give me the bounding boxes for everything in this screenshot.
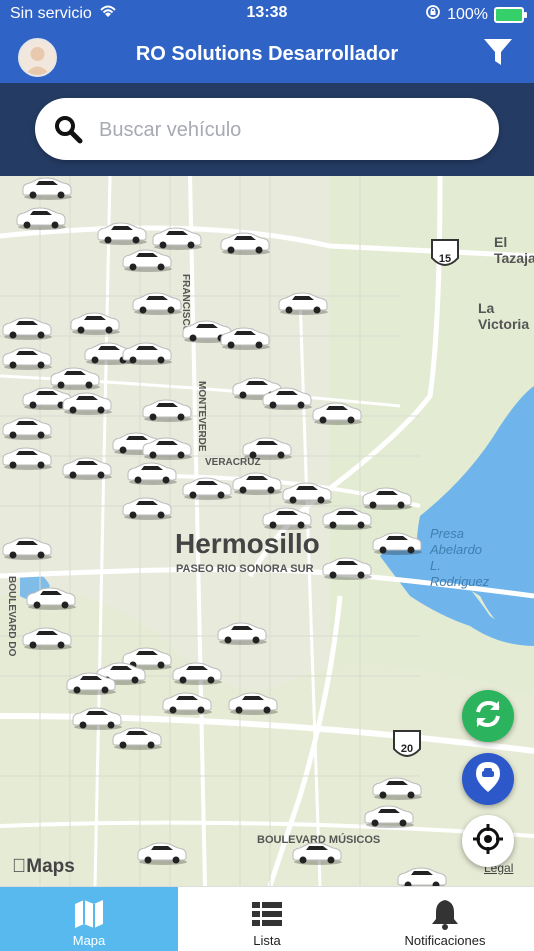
tab-mapa-label: Mapa — [72, 933, 106, 948]
highway-shield-20: 20 — [393, 730, 421, 757]
refresh-icon — [471, 697, 505, 736]
vehicle-marker[interactable] — [0, 416, 54, 440]
search-zone — [0, 83, 534, 176]
my-location-button[interactable] — [462, 815, 514, 867]
page-title: RO Solutions Desarrollador — [135, 43, 399, 65]
vehicle-marker[interactable] — [125, 461, 179, 485]
vehicle-marker[interactable] — [230, 471, 284, 495]
city-label: Hermosillo — [175, 528, 320, 559]
vehicle-marker[interactable] — [0, 446, 54, 470]
battery-icon — [494, 6, 527, 23]
vehicle-marker[interactable] — [370, 776, 424, 800]
svg-text:15: 15 — [439, 253, 451, 265]
vehicle-marker[interactable] — [215, 621, 269, 645]
maps-brand: Maps — [12, 856, 75, 878]
tab-bar: Mapa Lista Notificaciones — [0, 886, 534, 951]
filter-button[interactable] — [480, 36, 516, 72]
vehicle-marker[interactable] — [218, 326, 272, 350]
crosshair-icon — [471, 822, 505, 861]
orientation-lock-icon — [425, 4, 441, 25]
tab-lista-label: Lista — [253, 933, 281, 948]
vehicle-marker[interactable] — [360, 486, 414, 510]
app-header: RO Solutions Desarrollador — [0, 28, 534, 83]
vehicle-marker[interactable] — [180, 476, 234, 500]
vehicle-marker[interactable] — [95, 221, 149, 245]
vehicle-marker[interactable] — [320, 556, 374, 580]
vehicle-marker[interactable] — [226, 691, 280, 715]
maps-brand-text: Maps — [12, 856, 75, 877]
map-icon — [72, 897, 106, 931]
vehicle-marker[interactable] — [0, 316, 54, 340]
vehicle-marker[interactable] — [120, 341, 174, 365]
vehicle-marker[interactable] — [140, 398, 194, 422]
battery-group: 100% — [425, 4, 527, 25]
apple-icon:  — [12, 856, 26, 877]
vehicle-marker[interactable] — [362, 804, 416, 828]
tab-notificaciones-label: Notificaciones — [404, 933, 486, 948]
vehicle-marker[interactable] — [60, 391, 114, 415]
battery-percent: 100% — [447, 5, 488, 23]
street-paseo-rio-sonora: PASEO RIO SONORA SUR — [176, 563, 314, 575]
status-bar: Sin servicio 13:38 100% — [0, 0, 534, 28]
vehicle-marker[interactable] — [20, 176, 74, 200]
vehicle-marker[interactable] — [260, 506, 314, 530]
tab-mapa[interactable]: Mapa — [0, 887, 178, 951]
filter-icon — [482, 36, 514, 73]
vehicle-marker[interactable] — [120, 496, 174, 520]
vehicle-location-button[interactable] — [462, 753, 514, 805]
vehicle-marker[interactable] — [120, 248, 174, 272]
vehicle-marker[interactable] — [218, 231, 272, 255]
street-boulevard-do: BOULEVARD DO — [6, 576, 17, 657]
search-input[interactable] — [97, 110, 481, 150]
svg-text:20: 20 — [401, 743, 413, 755]
vehicle-marker[interactable] — [0, 536, 54, 560]
lake-label: Presa Abelardo L. Rodriguez — [430, 526, 490, 589]
vehicle-marker[interactable] — [260, 386, 314, 410]
vehicle-marker[interactable] — [170, 661, 224, 685]
vehicle-marker[interactable] — [135, 841, 189, 865]
map-pin-icon — [475, 761, 501, 798]
search-icon — [53, 114, 83, 144]
vehicle-marker[interactable] — [310, 401, 364, 425]
refresh-button[interactable] — [462, 690, 514, 742]
vehicle-marker[interactable] — [64, 671, 118, 695]
vehicle-marker[interactable] — [140, 436, 194, 460]
vehicle-marker[interactable] — [68, 311, 122, 335]
vehicle-marker[interactable] — [20, 626, 74, 650]
tab-notificaciones[interactable]: Notificaciones — [356, 887, 534, 951]
bell-icon — [428, 897, 462, 931]
vehicle-marker[interactable] — [160, 691, 214, 715]
place-la-victoria: La Victoria — [478, 300, 530, 332]
vehicle-marker[interactable] — [0, 346, 54, 370]
vehicle-marker[interactable] — [150, 226, 204, 250]
vehicle-marker[interactable] — [130, 291, 184, 315]
vehicle-marker[interactable] — [60, 456, 114, 480]
vehicle-marker[interactable] — [395, 866, 449, 886]
tab-lista[interactable]: Lista — [178, 887, 356, 951]
vehicle-marker[interactable] — [290, 841, 344, 865]
vehicle-marker[interactable] — [370, 531, 424, 555]
vehicle-marker[interactable] — [24, 586, 78, 610]
list-icon — [250, 897, 284, 931]
vehicle-marker[interactable] — [240, 436, 294, 460]
street-monteverde: MONTEVERDE — [196, 381, 207, 452]
vehicle-marker[interactable] — [280, 481, 334, 505]
vehicle-marker[interactable] — [276, 291, 330, 315]
vehicle-marker[interactable] — [110, 726, 164, 750]
vehicle-marker[interactable] — [14, 206, 68, 230]
highway-shield-15: 15 — [431, 239, 459, 266]
place-el-tazajal: El Tazajal — [494, 234, 534, 266]
search-box[interactable] — [35, 98, 499, 160]
